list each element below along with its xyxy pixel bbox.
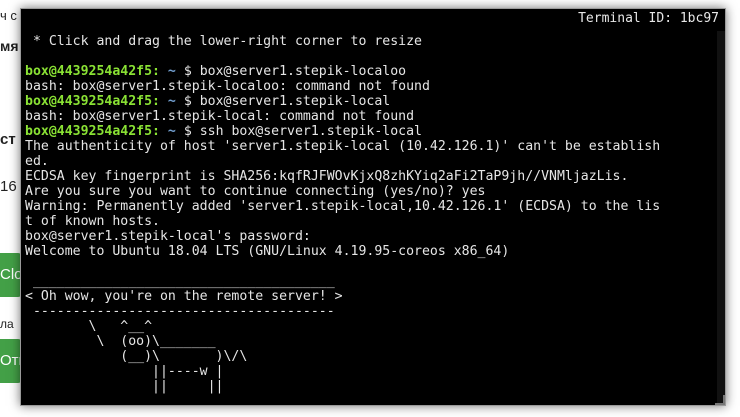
- terminal-line-text: ECDSA key fingerprint is SHA256:kqfRJFWO…: [25, 169, 629, 184]
- terminal-line: Are you sure you want to continue connec…: [25, 184, 715, 199]
- terminal-line-text: || ||: [25, 379, 224, 394]
- background-text-fragment: ч с: [0, 8, 17, 23]
- terminal-line: || ||: [25, 379, 715, 394]
- resize-handle-icon[interactable]: [715, 395, 725, 405]
- terminal-line: bash: box@server1.stepik-localoo: comman…: [25, 79, 715, 94]
- terminal-line-text: ||----w |: [25, 364, 224, 379]
- terminal-line: Welcome to Ubuntu 18.04 LTS (GNU/Linux 4…: [25, 244, 715, 259]
- shell-prompt: box@4439254a42f5:: [25, 64, 160, 79]
- terminal-line: \ ^__^: [25, 319, 715, 334]
- terminal-line: bash: box@server1.stepik-local: command …: [25, 109, 715, 124]
- background-text-fragment: ст: [0, 131, 16, 148]
- terminal-line-text: ed.: [25, 154, 49, 169]
- terminal-line-text: Are you sure you want to continue connec…: [25, 184, 486, 199]
- background-text-fragment: 16: [0, 178, 17, 195]
- terminal-line: (__)\ )\/\: [25, 349, 715, 364]
- terminal-line: ______________________________________: [25, 274, 715, 289]
- terminal-id-label: Terminal ID: 1bc97: [578, 11, 719, 26]
- terminal-line-text: The authenticity of host 'server1.stepik…: [25, 139, 661, 154]
- terminal-line-text: $ box@server1.stepik-local: [183, 94, 391, 109]
- terminal-line-text: ______________________________________: [25, 274, 335, 289]
- terminal-line: box@server1.stepik-local's password:: [25, 229, 715, 244]
- background-submit-button[interactable]: Отп: [0, 339, 22, 383]
- terminal-line: box@4439254a42f5: ~ $ ssh box@server1.st…: [25, 124, 715, 139]
- terminal-window[interactable]: Terminal ID: 1bc97 * Click and drag the …: [20, 8, 726, 406]
- terminal-line-text: Welcome to Ubuntu 18.04 LTS (GNU/Linux 4…: [25, 244, 510, 259]
- terminal-line: box@4439254a42f5: ~ $ box@server1.stepik…: [25, 94, 715, 109]
- terminal-line-text: Warning: Permanently added 'server1.step…: [25, 199, 661, 214]
- terminal-line: The authenticity of host 'server1.stepik…: [25, 139, 715, 154]
- shell-path: ~: [159, 64, 184, 79]
- terminal-line-text: bash: box@server1.stepik-localoo: comman…: [25, 79, 430, 94]
- terminal-line-text: * Click and drag the lower-right corner …: [25, 34, 422, 49]
- terminal-output[interactable]: * Click and drag the lower-right corner …: [25, 34, 715, 405]
- terminal-line-text: $ ssh box@server1.stepik-local: [183, 124, 422, 139]
- background-text-fragment: ла: [0, 317, 14, 331]
- terminal-line-text: bash: box@server1.stepik-local: command …: [25, 109, 415, 124]
- terminal-line: --------------------------------------: [25, 304, 715, 319]
- terminal-line: t of known hosts.: [25, 214, 715, 229]
- terminal-line: ed.: [25, 154, 715, 169]
- terminal-line: Warning: Permanently added 'server1.step…: [25, 199, 715, 214]
- background-close-button[interactable]: Clo: [0, 253, 22, 297]
- terminal-line-text: < Oh wow, you're on the remote server! >: [25, 289, 343, 304]
- shell-prompt: box@4439254a42f5:: [25, 94, 160, 109]
- shell-path: ~: [159, 94, 184, 109]
- terminal-line: ECDSA key fingerprint is SHA256:kqfRJFWO…: [25, 169, 715, 184]
- shell-path: ~: [159, 124, 184, 139]
- terminal-line: * Click and drag the lower-right corner …: [25, 34, 715, 49]
- background-text-fragment: мя: [0, 38, 19, 54]
- terminal-line-text: \ ^__^: [25, 319, 153, 334]
- terminal-line-text: t of known hosts.: [25, 214, 160, 229]
- terminal-line-text: $ box@server1.stepik-localoo: [183, 64, 407, 79]
- terminal-line: box@4439254a42f5: ~ $ box@server1.stepik…: [25, 64, 715, 79]
- terminal-scrollbar[interactable]: [717, 31, 725, 405]
- terminal-line-text: (__)\ )\/\: [25, 349, 248, 364]
- terminal-titlebar: Terminal ID: 1bc97: [21, 9, 725, 31]
- terminal-line-text: \ (oo)\_______: [25, 334, 216, 349]
- terminal-line-text: --------------------------------------: [25, 304, 335, 319]
- terminal-line: < Oh wow, you're on the remote server! >: [25, 289, 715, 304]
- shell-prompt: box@4439254a42f5:: [25, 124, 160, 139]
- terminal-line: \ (oo)\_______: [25, 334, 715, 349]
- terminal-line: ||----w |: [25, 364, 715, 379]
- terminal-line-text: box@server1.stepik-local's password:: [25, 229, 311, 244]
